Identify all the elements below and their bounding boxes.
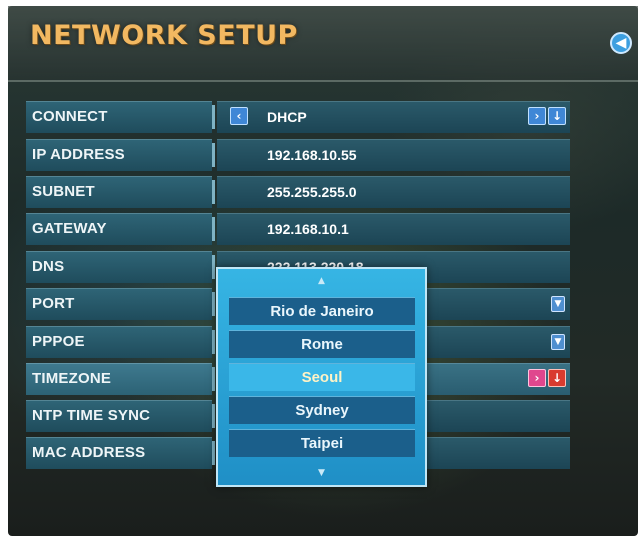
setting-label: TIMEZONE [32, 370, 112, 387]
chevron-right-icon[interactable]: › [528, 369, 546, 387]
arrow-down-icon[interactable]: ↓ [548, 369, 566, 387]
setting-label: PPPOE [32, 333, 85, 350]
setting-label: NTP TIME SYNC [32, 407, 151, 424]
setting-label: GATEWAY [32, 220, 107, 237]
timezone-option[interactable]: Rome [229, 330, 415, 358]
timezone-option[interactable]: Sydney [229, 396, 415, 424]
arrow-down-icon[interactable]: ▼ [551, 296, 565, 312]
divider [212, 441, 215, 465]
divider [212, 217, 215, 241]
page-title: NETWORK SETUP [30, 20, 298, 51]
chevron-right-icon[interactable]: › [528, 107, 546, 125]
setting-label: IP ADDRESS [32, 146, 125, 163]
setting-label: MAC ADDRESS [32, 444, 146, 461]
timezone-option[interactable]: Taipei [229, 429, 415, 457]
divider [212, 330, 215, 354]
arrow-down-icon[interactable]: ↓ [548, 107, 566, 125]
setting-value: 255.255.255.0 [267, 184, 357, 200]
scroll-up-icon[interactable]: ▲ [318, 276, 325, 286]
setting-label: PORT [32, 295, 75, 312]
setting-row-ip-address[interactable]: IP ADDRESS 192.168.10.55 [26, 139, 570, 171]
scroll-down-icon[interactable]: ▼ [318, 468, 325, 478]
header: NETWORK SETUP ◀ [8, 6, 638, 82]
setting-row-connect[interactable]: CONNECT ‹ DHCP › ↓ [26, 101, 570, 133]
back-arrow-icon[interactable]: ◀ [610, 32, 632, 54]
setting-row-gateway[interactable]: GATEWAY 192.168.10.1 [26, 213, 570, 245]
divider [212, 404, 215, 428]
setting-value: 192.168.10.55 [267, 147, 357, 163]
setting-label: CONNECT [32, 108, 108, 125]
setting-label: SUBNET [32, 183, 95, 200]
divider [212, 143, 215, 167]
setting-value: 192.168.10.1 [267, 221, 349, 237]
divider [212, 255, 215, 279]
divider [212, 105, 215, 129]
chevron-left-icon[interactable]: ‹ [230, 107, 248, 125]
divider [212, 180, 215, 204]
setting-value: DHCP [267, 109, 307, 125]
timezone-option[interactable]: Rio de Janeiro [229, 297, 415, 325]
arrow-down-icon[interactable]: ▼ [551, 334, 565, 350]
setting-label: DNS [32, 258, 65, 275]
divider [212, 292, 215, 316]
setting-row-subnet[interactable]: SUBNET 255.255.255.0 [26, 176, 570, 208]
timezone-option-selected[interactable]: Seoul [229, 363, 415, 391]
divider [212, 367, 215, 391]
timezone-dropdown[interactable]: ▲ Rio de Janeiro Rome Seoul Sydney Taipe… [216, 267, 427, 487]
